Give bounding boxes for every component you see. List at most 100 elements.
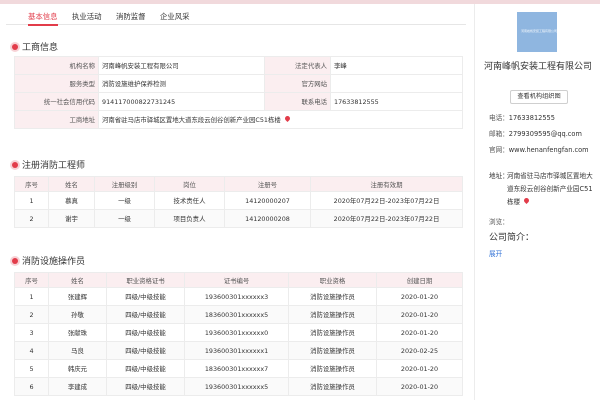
company-intro-title: 公司简介： [489,233,535,243]
operators-cell: 消防设施操作员 [288,323,377,342]
contact-address: 地址： 河南省驻马店市驿城区置地大道东段云创谷创新产业园C51栋楼 [489,170,599,206]
operators-cell: 马良 [48,341,107,360]
section-dot-icon [12,257,18,264]
address-value: 河南省驻马店市驿城区置地大道东段云创谷创新产业园C51栋楼 [102,116,281,124]
address-label: 工商地址 [14,110,99,129]
engineers-cell: 谢宇 [48,209,95,228]
service-value: 消防设施维护保养检测 [98,74,265,93]
operators-table: 序号 姓名 职业资格证书 证书编号 职业资格 创建日期 1 张建辉 四级/中级技能 193600… [14,272,463,396]
operators-cell: 韩庆元 [48,359,107,378]
operators-cell: 张建辉 [48,287,107,306]
operators-header-cell: 职业资格证书 [106,272,185,288]
operators-cell: 2020-01-20 [376,287,463,306]
table-row: 2 孙敬 四级/中级技能 183600301xxxxxx5 消防设施操作员 2020-01… [14,305,463,324]
credit-label: 统一社会信用代码 [14,92,99,111]
engineers-cell: 14120000208 [224,209,311,228]
engineers-header-cell: 注册号 [224,176,311,192]
operators-cell: 2020-01-20 [376,359,463,378]
service-label: 服务类型 [14,74,99,93]
company-logo-text: 河南峰帆安装工程有限公司 [521,29,558,33]
operators-cell: 2020-02-25 [376,341,463,360]
operators-cell: 消防设施操作员 [288,287,377,306]
engineers-header-cell: 序号 [14,176,49,192]
engineers-header-row: 序号 姓名 注册级别 岗位 注册号 注册有效期 [14,176,463,192]
tab-enterprise-style[interactable]: 企业风采 [160,11,190,22]
main-content: 基本信息 执业活动 消防监督 企业风采 工商信息 机构名称 河南峰帆安装工程有限… [6,4,466,400]
operators-cell: 193600301xxxxxx5 [184,377,289,396]
name-label: 机构名称 [14,56,99,75]
address-cell: 河南省驻马店市驿城区置地大道东段云创谷创新产业园C51栋楼 [98,110,463,129]
contact-phone: 电话：17633812555 [489,114,555,122]
operators-cell: 5 [14,359,49,378]
name-value: 河南峰帆安装工程有限公司 [98,56,265,75]
table-row: 6 李建成 四级/中级技能 193600301xxxxxx5 消防设施操作员 2020-0… [14,377,463,396]
contact-website: 官网：www.henanfengfan.com [489,146,589,154]
legal-label: 法定代表人 [264,56,331,75]
operators-cell: 193600301xxxxxx1 [184,341,289,360]
operators-cell: 消防设施操作员 [288,359,377,378]
engineers-header-cell: 姓名 [48,176,95,192]
section-dot-icon [12,43,18,50]
browse-count: 浏览： [489,218,509,226]
engineers-cell: 2 [14,209,49,228]
operators-cell: 2020-01-20 [376,377,463,396]
operators-header-cell: 姓名 [48,272,107,288]
legal-value: 李峰 [330,56,463,75]
contact-phone-value: 17633812555 [508,114,555,122]
map-pin-icon[interactable] [523,196,531,205]
operators-cell: 李建成 [48,377,107,396]
org-chart-button[interactable]: 查看机构组织图 [510,90,568,104]
table-row: 4 马良 四级/中级技能 193600301xxxxxx1 消防设施操作员 2020-02… [14,341,463,360]
operators-cell: 消防设施操作员 [288,341,377,360]
operators-cell: 6 [14,377,49,396]
operators-cell: 2020-01-20 [376,323,463,342]
operators-cell: 183600301xxxxxx5 [184,305,289,324]
section-title-operators: 消防设施操作员 [12,254,85,267]
contact-address-value: 河南省驻马店市驿城区置地大道东段云创谷创新产业园C51栋楼 [507,172,593,206]
tab-fire-supervision[interactable]: 消防监督 [116,11,146,22]
tab-practice-activity[interactable]: 执业活动 [72,11,102,22]
engineers-cell: 2020年07月22日-2023年07月22日 [310,191,463,210]
phone-label: 联系电话 [264,92,331,111]
section-title-engineers: 注册消防工程师 [12,158,85,171]
map-pin-icon[interactable] [283,114,291,123]
table-row: 2 谢宇 一级 项目负责人 14120000208 2020年07月22日-2023年07… [14,209,463,228]
operators-header-row: 序号 姓名 职业资格证书 证书编号 职业资格 创建日期 [14,272,463,288]
section-dot-icon [12,161,18,168]
engineers-cell: 一级 [94,209,155,228]
table-row: 1 张建辉 四级/中级技能 193600301xxxxxx3 消防设施操作员 2020-0… [14,287,463,306]
engineers-cell: 项目负责人 [154,209,225,228]
engineers-cell: 一级 [94,191,155,210]
contact-email: 邮箱：2799309595@qq.com [489,130,582,138]
engineers-table: 序号 姓名 注册级别 岗位 注册号 注册有效期 1 慕真 一级 技术责任人 14120000207… [14,176,463,228]
contact-website-link[interactable]: www.henanfengfan.com [509,146,589,154]
engineers-cell: 技术责任人 [154,191,225,210]
site-value [330,74,463,93]
operators-cell: 孙敬 [48,305,107,324]
expand-link[interactable]: 展开 [489,248,502,258]
phone-value: 17633812555 [330,92,463,111]
operators-cell: 消防设施操作员 [288,377,377,396]
operators-header-cell: 证书编号 [184,272,289,288]
operators-cell: 张献珠 [48,323,107,342]
contact-email-value[interactable]: 2799309595@qq.com [509,130,582,138]
operators-cell: 四级/中级技能 [106,305,185,324]
operators-cell: 3 [14,323,49,342]
company-sidebar: 河南峰帆安装工程有限公司 河南峰帆安装工程有限公司 查看机构组织图 电话：176… [474,4,600,400]
engineers-cell: 14120000207 [224,191,311,210]
operators-cell: 183600301xxxxxx7 [184,359,289,378]
operators-cell: 四级/中级技能 [106,377,185,396]
credit-value: 914117000822731245 [98,92,265,111]
operators-header-cell: 序号 [14,272,49,288]
engineers-header-cell: 注册级别 [94,176,155,192]
engineers-header-cell: 注册有效期 [310,176,463,192]
company-name: 河南峰帆安装工程有限公司 [483,62,592,72]
operators-cell: 消防设施操作员 [288,305,377,324]
site-label: 官方网站 [264,74,331,93]
tab-basic-info[interactable]: 基本信息 [28,11,58,26]
operators-header-cell: 职业资格 [288,272,377,288]
operators-cell: 193600301xxxxxx3 [184,287,289,306]
engineers-cell: 1 [14,191,49,210]
tab-bar: 基本信息 执业活动 消防监督 企业风采 [6,8,466,26]
operators-cell: 4 [14,341,49,360]
